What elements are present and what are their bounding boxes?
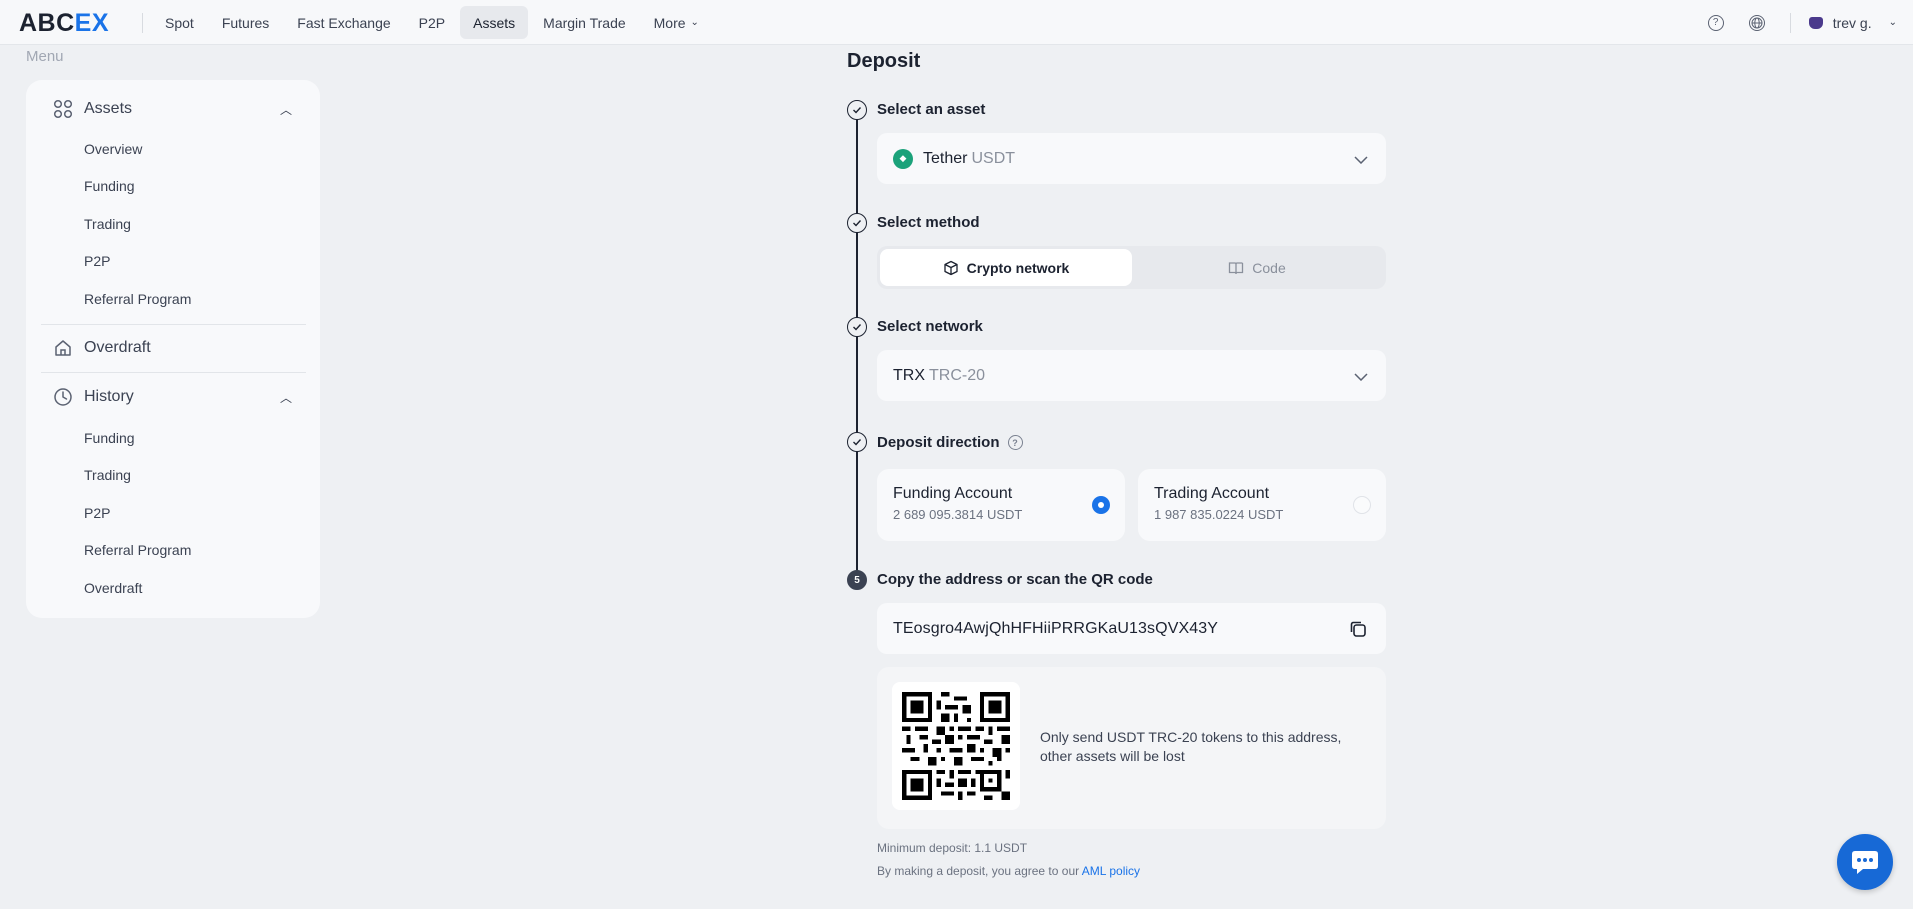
- account-balance: 1 987 835.0224 USDT: [1154, 507, 1284, 522]
- deposit-address-field[interactable]: TEosgro4AwjQhHFHiiPRRGKaU13sQVX43Y: [877, 603, 1386, 654]
- book-icon: [1229, 261, 1244, 274]
- grid-icon: [53, 99, 73, 119]
- sidebar-group-assets[interactable]: Assets ︿: [26, 94, 320, 124]
- agreement-text: By making a deposit, you agree to our: [877, 864, 1080, 878]
- chevron-down-icon: [1354, 368, 1368, 384]
- user-menu[interactable]: trev g. ⌄: [1808, 14, 1897, 31]
- check-icon: [847, 100, 867, 120]
- nav-spot[interactable]: Spot: [152, 6, 207, 39]
- menu-label: Menu: [26, 48, 64, 65]
- radio-selected[interactable]: [1092, 496, 1110, 514]
- nav-more[interactable]: More ⌄: [641, 6, 712, 39]
- sidebar-group-label: Assets: [84, 100, 133, 117]
- sidebar-group-label: History: [84, 388, 134, 405]
- method-code[interactable]: Code: [1131, 249, 1383, 286]
- tether-icon: ◆: [893, 148, 913, 169]
- page-title: Deposit: [847, 50, 921, 72]
- aml-agreement: By making a deposit, you agree to our AM…: [877, 864, 1140, 878]
- method-label: Crypto network: [966, 259, 1070, 276]
- top-navigation-bar: ABCEX Spot Futures Fast Exchange P2P Ass…: [0, 0, 1913, 45]
- user-name: trev g.: [1832, 14, 1872, 31]
- sidebar-group-history[interactable]: History ︿: [26, 382, 320, 412]
- method-crypto-network[interactable]: Crypto network: [880, 249, 1132, 286]
- nav-p2p[interactable]: P2P: [406, 6, 458, 39]
- question-circle-icon[interactable]: ?: [1707, 14, 1724, 31]
- sidebar-item-overview[interactable]: Overview: [84, 141, 142, 157]
- aml-policy-link[interactable]: AML policy: [1082, 864, 1140, 878]
- chevron-down-icon: [1354, 151, 1368, 167]
- sidebar-item-p2p[interactable]: P2P: [84, 253, 110, 269]
- deposit-warning: Only send USDT TRC-20 tokens to this add…: [1040, 729, 1342, 764]
- asset-name: Tether: [923, 149, 968, 167]
- sidebar: Assets ︿ Overview Funding Trading P2P Re…: [26, 80, 320, 618]
- nav-margin-trade[interactable]: Margin Trade: [530, 6, 638, 39]
- account-balance: 2 689 095.3814 USDT: [893, 507, 1023, 522]
- chat-support-button[interactable]: [1837, 834, 1893, 890]
- deposit-address: TEosgro4AwjQhHFHiiPRRGKaU13sQVX43Y: [893, 619, 1219, 637]
- sidebar-item-history-trading[interactable]: Trading: [84, 467, 131, 483]
- step-number-badge: 5: [847, 570, 867, 590]
- check-icon: [847, 432, 867, 452]
- step-title-select-asset: Select an asset: [877, 101, 986, 118]
- radio-unselected[interactable]: [1353, 496, 1371, 514]
- sidebar-item-history-referral-program[interactable]: Referral Program: [84, 542, 191, 558]
- check-icon: [847, 317, 867, 337]
- nav-more-label: More: [653, 14, 686, 31]
- sidebar-divider: [41, 372, 306, 373]
- clock-icon: [54, 388, 72, 406]
- network-code: TRC-20: [929, 366, 986, 384]
- chevron-down-icon: ⌄: [690, 17, 699, 28]
- topbar-divider: [1789, 12, 1791, 33]
- sidebar-divider: [41, 324, 306, 325]
- chevron-up-icon: ︿: [280, 102, 293, 117]
- network-name: TRX: [893, 366, 925, 384]
- minimum-deposit: Minimum deposit: 1.1 USDT: [877, 841, 1028, 855]
- qr-section: Only send USDT TRC-20 tokens to this add…: [877, 667, 1386, 829]
- step-title-select-network: Select network: [877, 318, 983, 335]
- steps-timeline: [856, 108, 858, 580]
- sidebar-item-history-funding[interactable]: Funding: [84, 430, 135, 446]
- asset-select[interactable]: ◆ Tether USDT: [877, 133, 1386, 184]
- method-label: Code: [1252, 259, 1286, 276]
- logo-text-abc: ABC: [19, 9, 75, 37]
- step-title-copy-address: Copy the address or scan the QR code: [877, 571, 1153, 588]
- abcex-logo[interactable]: ABCEX: [19, 9, 109, 38]
- nav-futures[interactable]: Futures: [209, 6, 282, 39]
- chevron-down-icon: ⌄: [1888, 17, 1897, 28]
- sidebar-item-history-p2p[interactable]: P2P: [84, 505, 110, 521]
- avatar-icon: [1808, 16, 1823, 29]
- cube-icon: [944, 260, 958, 275]
- check-icon: [847, 213, 867, 233]
- account-name: Funding Account: [893, 485, 1013, 502]
- nav-fast-exchange[interactable]: Fast Exchange: [284, 6, 403, 39]
- sidebar-item-history-overdraft[interactable]: Overdraft: [84, 580, 142, 596]
- sidebar-item-trading[interactable]: Trading: [84, 216, 131, 232]
- chevron-up-icon: ︿: [280, 390, 293, 405]
- nav-assets[interactable]: Assets: [460, 6, 529, 39]
- home-icon: [55, 340, 71, 356]
- sidebar-group-overdraft[interactable]: Overdraft: [26, 333, 320, 363]
- trading-account-option[interactable]: Trading Account 1 987 835.0224 USDT: [1138, 469, 1386, 541]
- globe-icon[interactable]: [1748, 14, 1765, 31]
- asset-code: USDT: [971, 149, 1016, 167]
- step-title-select-method: Select method: [877, 214, 980, 231]
- logo-text-ex: EX: [74, 9, 110, 37]
- main-nav: Spot Futures Fast Exchange P2P Assets Ma…: [152, 6, 712, 39]
- qr-code[interactable]: [892, 682, 1020, 810]
- copy-icon[interactable]: [1348, 619, 1368, 639]
- chat-bubble-icon: [1852, 851, 1878, 874]
- step-title-deposit-direction: Deposit direction ?: [877, 434, 1023, 451]
- sidebar-item-funding[interactable]: Funding: [84, 178, 135, 194]
- nav-divider: [142, 13, 143, 33]
- method-toggle: Crypto network Code: [877, 246, 1386, 289]
- funding-account-option[interactable]: Funding Account 2 689 095.3814 USDT: [877, 469, 1125, 541]
- question-circle-icon[interactable]: ?: [1007, 435, 1023, 450]
- network-select[interactable]: TRX TRC-20: [877, 350, 1386, 401]
- sidebar-item-referral-program[interactable]: Referral Program: [84, 291, 191, 307]
- step-title-text: Deposit direction: [877, 434, 1000, 451]
- account-name: Trading Account: [1154, 485, 1270, 502]
- sidebar-group-label: Overdraft: [84, 339, 151, 356]
